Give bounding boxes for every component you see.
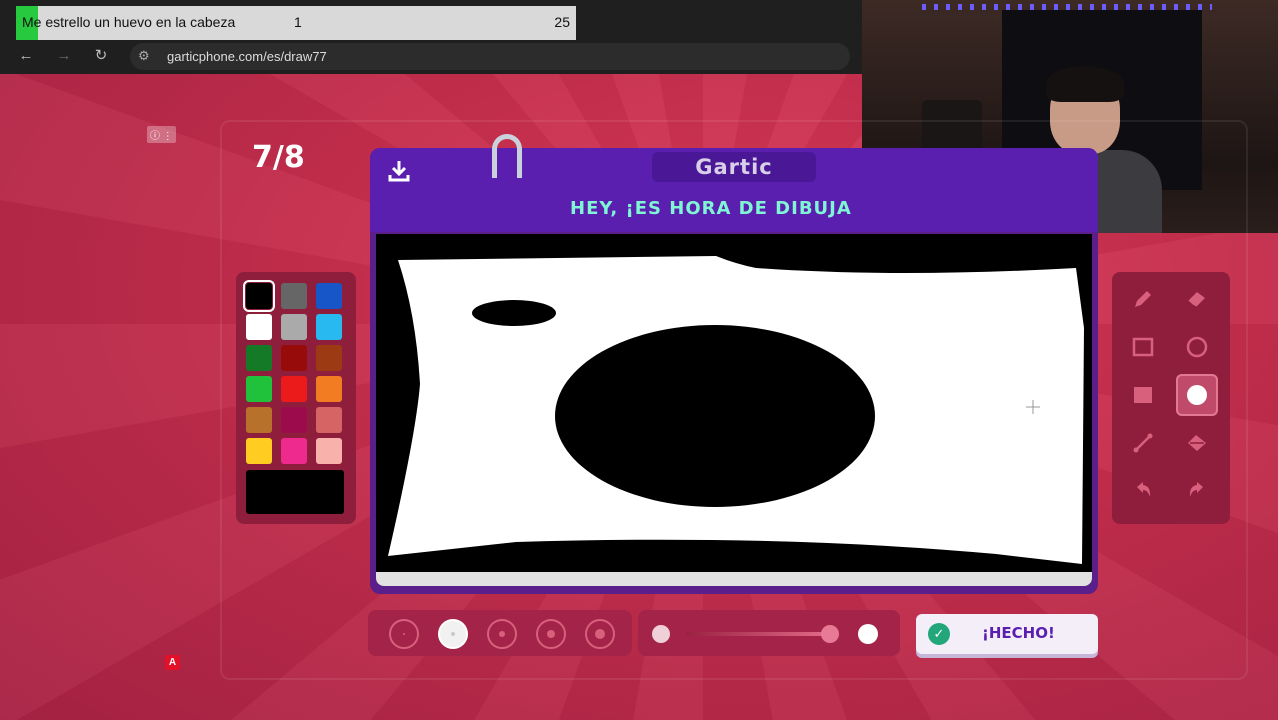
undo-tool[interactable] <box>1122 470 1164 512</box>
back-arrow-icon[interactable]: ← <box>16 46 36 66</box>
site-settings-icon[interactable]: ⚙ <box>138 48 150 64</box>
opacity-min-dot <box>652 625 670 643</box>
color-swatch[interactable] <box>246 376 272 402</box>
color-swatch[interactable] <box>316 345 342 371</box>
color-swatch[interactable] <box>281 407 307 433</box>
reload-icon[interactable]: ↻ <box>91 46 111 66</box>
progress-count: 1 <box>294 14 302 30</box>
color-swatch[interactable] <box>281 376 307 402</box>
ellipse-outline-tool[interactable] <box>1176 326 1218 368</box>
ellipse-filled-icon <box>1187 385 1207 405</box>
brush-size-button[interactable] <box>536 619 566 649</box>
fill-bucket-icon <box>1188 435 1206 451</box>
done-label: ¡HECHO! <box>982 624 1055 642</box>
color-swatch[interactable] <box>281 283 307 309</box>
done-button[interactable]: ✓ ¡HECHO! <box>916 614 1098 654</box>
pencil-icon <box>1135 291 1151 307</box>
redo-tool[interactable] <box>1176 470 1218 512</box>
color-swatch[interactable] <box>281 345 307 371</box>
brush-size-dot <box>451 632 455 636</box>
drawing-canvas[interactable] <box>376 234 1092 586</box>
color-swatch[interactable] <box>243 280 275 312</box>
drawing <box>376 234 1092 586</box>
current-color-preview <box>246 470 344 514</box>
fill-bucket-tool[interactable] <box>1176 422 1218 464</box>
rectangle-filled-tool[interactable] <box>1122 374 1164 416</box>
brush-size-dot <box>547 630 555 638</box>
color-swatch[interactable] <box>281 314 307 340</box>
check-icon: ✓ <box>928 623 950 645</box>
line-tool[interactable] <box>1122 422 1164 464</box>
color-swatch[interactable] <box>316 407 342 433</box>
ellipse-filled-tool[interactable] <box>1176 374 1218 416</box>
brush-size-dot <box>499 631 505 637</box>
color-palette <box>236 272 356 524</box>
badge-a: A <box>165 655 180 670</box>
opacity-slider[interactable] <box>638 610 900 656</box>
clip-decoration <box>492 134 522 178</box>
brush-size-button[interactable] <box>585 619 615 649</box>
color-swatch[interactable] <box>316 314 342 340</box>
canvas-header: Gartic HEY, ¡ES HORA DE DIBUJA <box>370 134 1098 232</box>
progress-title: Me estrello un huevo en la cabeza <box>22 14 236 30</box>
info-icon[interactable]: ⓘ ⋮ <box>147 126 176 143</box>
brush-size-dot <box>595 629 605 639</box>
rectangle-filled-icon <box>1134 387 1152 403</box>
brush-size-button[interactable] <box>389 619 419 649</box>
progress-bar: Me estrello un huevo en la cabeza 1 25 <box>16 6 576 40</box>
color-swatch[interactable] <box>246 438 272 464</box>
turn-counter: 7/8 <box>252 140 305 175</box>
brush-size-selector <box>368 610 632 656</box>
eraser-icon <box>1187 292 1205 308</box>
url-text: garticphone.com/es/draw77 <box>167 49 327 64</box>
brand-logo: Gartic <box>652 152 816 182</box>
download-icon[interactable] <box>386 158 412 184</box>
color-swatch[interactable] <box>246 314 272 340</box>
screen: Me estrello un huevo en la cabeza 1 25 ←… <box>0 0 1278 720</box>
opacity-track[interactable] <box>686 632 836 636</box>
address-bar[interactable]: ⚙ garticphone.com/es/draw77 <box>130 43 850 70</box>
forward-arrow-icon[interactable]: → <box>54 46 74 66</box>
opacity-thumb[interactable] <box>821 625 839 643</box>
brush-size-button[interactable] <box>487 619 517 649</box>
instruction-banner: HEY, ¡ES HORA DE DIBUJA <box>570 198 852 219</box>
opacity-max-dot <box>858 624 878 644</box>
streamer-hair <box>1046 66 1124 102</box>
browser-chrome: Me estrello un huevo en la cabeza 1 25 ←… <box>0 0 862 74</box>
redo-icon <box>1189 482 1203 497</box>
rectangle-outline-tool[interactable] <box>1122 326 1164 368</box>
tool-panel <box>1112 272 1230 524</box>
canvas-frame: Gartic HEY, ¡ES HORA DE DIBUJA <box>370 134 1098 594</box>
color-swatch[interactable] <box>246 407 272 433</box>
brush-size-dot <box>403 633 405 635</box>
color-swatch[interactable] <box>246 345 272 371</box>
rectangle-outline-icon <box>1132 337 1154 357</box>
pencil-tool[interactable] <box>1122 278 1164 320</box>
eraser-tool[interactable] <box>1176 278 1218 320</box>
brush-size-button[interactable] <box>438 619 468 649</box>
ellipse-outline-icon <box>1186 336 1208 358</box>
color-swatch[interactable] <box>316 283 342 309</box>
line-icon <box>1133 433 1153 453</box>
color-swatch[interactable] <box>316 438 342 464</box>
undo-icon <box>1137 482 1151 497</box>
color-swatch[interactable] <box>316 376 342 402</box>
cursor-crosshair-icon <box>1026 400 1040 414</box>
color-swatch[interactable] <box>281 438 307 464</box>
progress-total: 25 <box>554 14 570 30</box>
